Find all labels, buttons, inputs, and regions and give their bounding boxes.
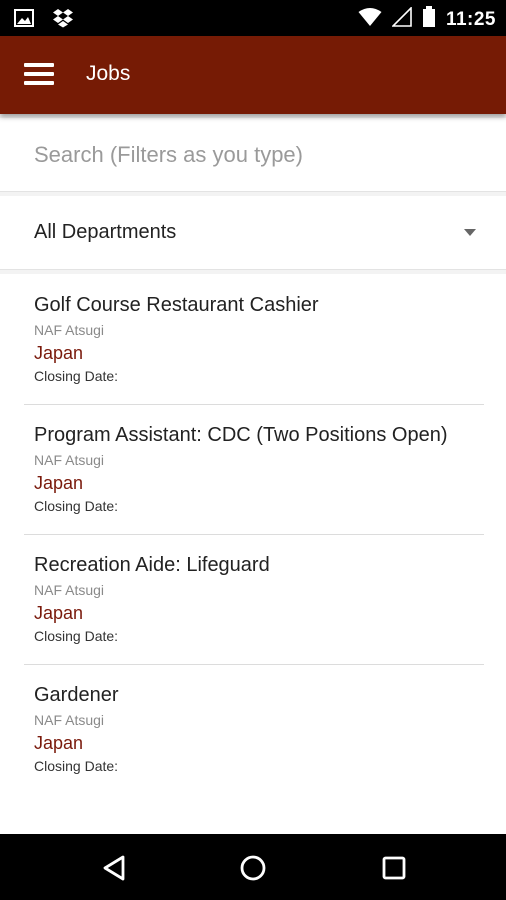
job-list-item[interactable]: Gardener NAF Atsugi Japan Closing Date: [0,664,506,794]
home-icon[interactable] [235,850,271,886]
department-dropdown[interactable]: All Departments [0,196,506,270]
navigation-bar [0,834,506,900]
job-list-item[interactable]: Golf Course Restaurant Cashier NAF Atsug… [0,274,506,404]
battery-icon [422,6,436,33]
page-title: Jobs [86,62,131,85]
status-bar: 11:25 [0,0,506,36]
clock: 11:25 [445,8,496,30]
search-bar [0,118,506,192]
image-icon [14,9,34,32]
dropbox-icon [52,8,74,33]
job-list-item[interactable]: Program Assistant: CDC (Two Positions Op… [0,404,506,534]
job-location: NAF Atsugi [34,582,105,598]
job-title: Recreation Aide: Lifeguard [34,554,270,576]
job-title: Program Assistant: CDC (Two Positions Op… [34,424,448,446]
job-title: Golf Course Restaurant Cashier [34,294,319,316]
department-dropdown-value: All Departments [34,221,177,243]
job-closing-date: Closing Date: [34,368,119,384]
job-closing-date: Closing Date: [34,498,119,514]
wifi-icon [358,7,382,32]
job-location: NAF Atsugi [34,712,105,728]
job-closing-date: Closing Date: [34,758,119,774]
job-closing-date: Closing Date: [34,628,119,644]
job-list-item[interactable]: Recreation Aide: Lifeguard NAF Atsugi Ja… [0,534,506,664]
job-country: Japan [34,733,84,753]
job-title: Gardener [34,684,119,706]
search-input[interactable] [34,138,474,172]
signal-icon [391,6,412,32]
back-icon[interactable] [96,850,132,886]
dropdown-arrow-icon [464,229,476,236]
job-list: Golf Course Restaurant Cashier NAF Atsug… [0,274,506,834]
menu-icon[interactable] [24,63,56,87]
job-country: Japan [34,603,84,623]
job-location: NAF Atsugi [34,322,105,338]
job-location: NAF Atsugi [34,452,105,468]
job-country: Japan [34,473,84,493]
job-country: Japan [34,343,84,363]
app-bar: Jobs [0,36,506,114]
recents-icon[interactable] [376,850,412,886]
